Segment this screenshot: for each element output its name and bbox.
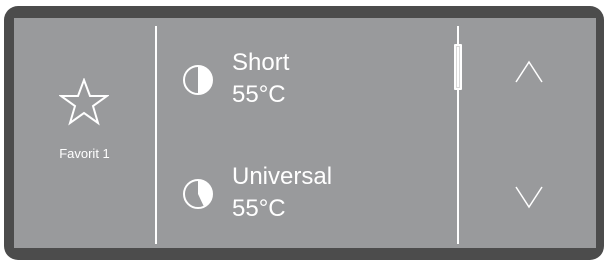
left-divider bbox=[155, 26, 157, 244]
pie-clock-icon bbox=[183, 179, 213, 209]
favorite-label: Favorit 1 bbox=[59, 146, 110, 161]
display-screen: Favorit 1 Short 55°C Universal 55°C bbox=[14, 18, 596, 248]
pie-clock-icon bbox=[183, 65, 213, 95]
program-temperature: 55°C bbox=[232, 81, 286, 108]
program-temperature: 55°C bbox=[232, 195, 286, 222]
program-item-universal[interactable]: Universal 55°C bbox=[174, 162, 444, 234]
program-name: Short bbox=[232, 49, 290, 76]
favorite-button[interactable]: Favorit 1 bbox=[14, 18, 155, 248]
chevron-down-icon bbox=[515, 186, 543, 209]
star-icon bbox=[59, 78, 109, 126]
program-name: Universal bbox=[232, 163, 333, 190]
scroll-down-button[interactable] bbox=[460, 133, 596, 248]
chevron-up-icon bbox=[515, 60, 543, 83]
scroll-up-button[interactable] bbox=[460, 18, 596, 133]
program-item-short[interactable]: Short 55°C bbox=[174, 48, 444, 120]
